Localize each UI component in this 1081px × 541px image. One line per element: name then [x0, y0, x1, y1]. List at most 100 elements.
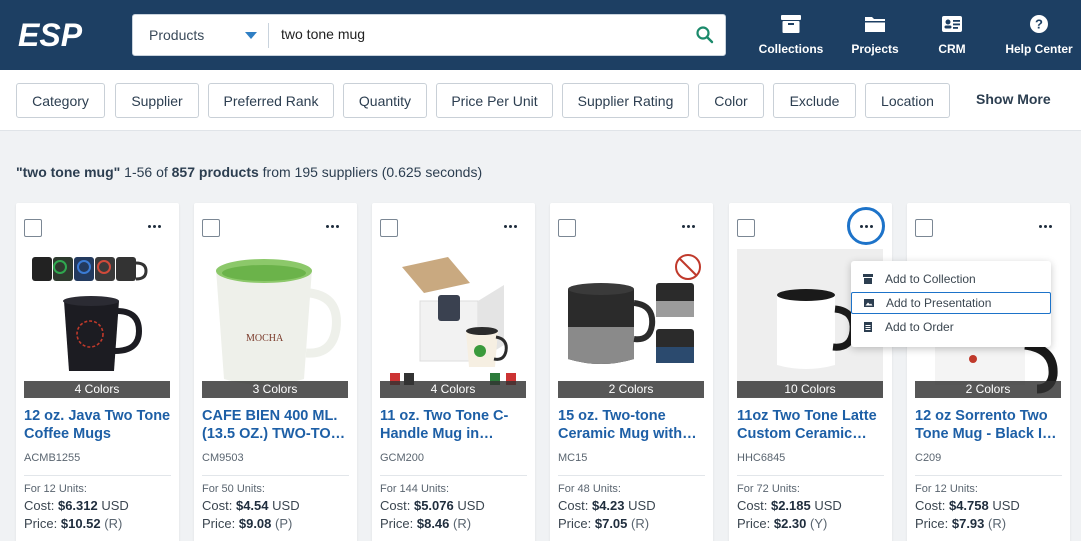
cost-line: Cost: $4.54 USD: [202, 498, 300, 513]
price-label: Price:: [558, 516, 592, 531]
price-value: $7.05: [594, 516, 628, 531]
cost-currency: USD: [628, 498, 656, 513]
menu-item-label: Add to Order: [885, 320, 954, 334]
product-card[interactable]: 2 Colors 15 oz. Two-tone Ceramic Mug wit…: [550, 203, 713, 541]
product-image[interactable]: [24, 249, 170, 397]
more-options-button[interactable]: [499, 217, 521, 235]
product-image[interactable]: [380, 249, 526, 397]
cost-label: Cost:: [737, 498, 768, 513]
folder-icon: [865, 17, 885, 32]
color-count-badge: 2 Colors: [558, 381, 704, 398]
more-options-button[interactable]: [677, 217, 699, 235]
summary-rest: from 195 suppliers (0.625 seconds): [262, 164, 483, 180]
menu-item-add-to-collection[interactable]: Add to Collection: [851, 268, 1051, 290]
filter-supplier[interactable]: Supplier: [115, 83, 199, 118]
cost-value: $4.54: [235, 498, 269, 513]
summary-query: "two tone mug": [16, 164, 121, 180]
menu-item-label: Add to Presentation: [886, 296, 992, 310]
units-label: For 12 Units:: [915, 483, 978, 495]
nav-crm[interactable]: CRM: [933, 14, 971, 62]
cost-line: Cost: $2.185 USD: [737, 498, 842, 513]
nav-collections[interactable]: Collections: [757, 14, 825, 62]
svg-text:?: ?: [1035, 17, 1043, 32]
cost-value: $6.312: [57, 498, 98, 513]
divider: [737, 475, 884, 476]
color-count-badge: 4 Colors: [380, 381, 526, 398]
chevron-down-icon[interactable]: [245, 32, 257, 39]
product-sku: ACMB1255: [24, 452, 81, 464]
units-label: For 72 Units:: [737, 483, 800, 495]
search-icon[interactable]: [695, 25, 715, 45]
search-category-select[interactable]: Products: [149, 27, 204, 43]
nav-label: Collections: [758, 42, 824, 56]
product-title-link[interactable]: 15 oz. Two-tone Ceramic Mug with…: [558, 407, 708, 443]
price-value: $2.30: [773, 516, 807, 531]
filter-location[interactable]: Location: [865, 83, 950, 118]
archive-icon: [863, 274, 873, 284]
show-more-link[interactable]: Show More: [976, 91, 1051, 107]
product-card[interactable]: 4 Colors 11 oz. Two Tone C-Handle Mug in…: [372, 203, 535, 541]
product-card[interactable]: 2 Colors 12 oz Sorrento Two Tone Mug - B…: [907, 203, 1070, 541]
menu-item-label: Add to Collection: [885, 272, 976, 286]
price-line: Price: $10.52 (R): [24, 516, 122, 531]
help-icon: ?: [1030, 15, 1048, 33]
more-options-button[interactable]: [143, 217, 165, 235]
cost-line: Cost: $6.312 USD: [24, 498, 129, 513]
filter-preferred-rank[interactable]: Preferred Rank: [208, 83, 334, 118]
price-line: Price: $7.93 (R): [915, 516, 1006, 531]
cost-value: $4.758: [948, 498, 989, 513]
product-card[interactable]: 10 Colors 11oz Two Tone Latte Custom Cer…: [729, 203, 892, 541]
price-label: Price:: [737, 516, 771, 531]
esp-logo[interactable]: ESP: [18, 18, 102, 52]
document-icon: [864, 322, 872, 332]
search-bar: Products: [132, 14, 726, 56]
cost-currency: USD: [101, 498, 129, 513]
product-title-link[interactable]: 12 oz Sorrento Two Tone Mug - Black I…: [915, 407, 1065, 443]
filter-quantity[interactable]: Quantity: [343, 83, 427, 118]
product-title-link[interactable]: CAFE BIEN 400 ML. (13.5 OZ.) TWO-TO…: [202, 407, 352, 443]
price-code: (Y): [810, 516, 828, 531]
color-count-badge: 10 Colors: [737, 381, 883, 398]
nav-help-center[interactable]: ? Help Center: [1003, 14, 1075, 62]
filter-color[interactable]: Color: [698, 83, 764, 118]
select-checkbox[interactable]: [737, 219, 755, 237]
nav-projects[interactable]: Projects: [848, 14, 902, 62]
select-checkbox[interactable]: [202, 219, 220, 237]
select-checkbox[interactable]: [24, 219, 42, 237]
more-options-button-active[interactable]: [847, 207, 885, 245]
menu-item-add-to-presentation[interactable]: Add to Presentation: [851, 292, 1051, 314]
price-line: Price: $2.30 (Y): [737, 516, 827, 531]
product-title-link[interactable]: 11 oz. Two Tone C-Handle Mug in…: [380, 407, 530, 443]
filter-exclude[interactable]: Exclude: [773, 83, 856, 118]
presentation-icon: [864, 299, 874, 307]
search-input[interactable]: [281, 26, 681, 42]
price-code: (R): [631, 516, 650, 531]
product-sku: HHC6845: [737, 452, 786, 464]
product-card[interactable]: MOCHA 3 Colors CAFE BIEN 400 ML. (13.5 O…: [194, 203, 357, 541]
menu-item-add-to-order[interactable]: Add to Order: [851, 316, 1051, 338]
cost-line: Cost: $4.23 USD: [558, 498, 656, 513]
cost-line: Cost: $5.076 USD: [380, 498, 485, 513]
units-label: For 12 Units:: [24, 483, 87, 495]
select-checkbox[interactable]: [380, 219, 398, 237]
filter-supplier-rating[interactable]: Supplier Rating: [562, 83, 689, 118]
units-label: For 50 Units:: [202, 483, 265, 495]
filter-price-per-unit[interactable]: Price Per Unit: [436, 83, 553, 118]
more-options-button[interactable]: [1034, 217, 1056, 235]
price-code: (R): [988, 516, 1007, 531]
nav-label: Projects: [851, 42, 899, 56]
filter-category[interactable]: Category: [16, 83, 105, 118]
product-image[interactable]: [558, 249, 704, 397]
more-options-button[interactable]: [321, 217, 343, 235]
price-label: Price:: [915, 516, 949, 531]
select-checkbox[interactable]: [558, 219, 576, 237]
units-label: For 144 Units:: [380, 483, 450, 495]
product-title-link[interactable]: 11oz Two Tone Latte Custom Ceramic…: [737, 407, 887, 443]
cost-currency: USD: [992, 498, 1020, 513]
top-header: ESP Products Collections Projects: [0, 0, 1081, 70]
product-image[interactable]: MOCHA: [202, 249, 348, 397]
product-title-link[interactable]: 12 oz. Java Two Tone Coffee Mugs: [24, 407, 174, 443]
product-card[interactable]: 4 Colors 12 oz. Java Two Tone Coffee Mug…: [16, 203, 179, 541]
cost-label: Cost:: [380, 498, 411, 513]
select-checkbox[interactable]: [915, 219, 933, 237]
